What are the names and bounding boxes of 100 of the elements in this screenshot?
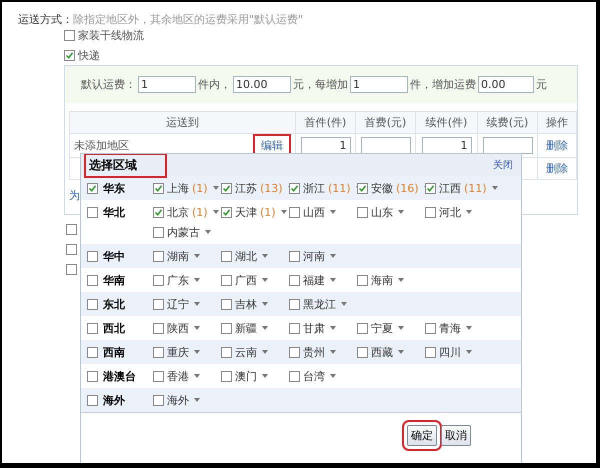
caret-icon[interactable]: [262, 374, 268, 378]
checkbox[interactable]: [87, 206, 98, 218]
input-field[interactable]: 10.00: [233, 76, 291, 93]
checkbox[interactable]: [357, 206, 368, 218]
checkbox[interactable]: [87, 322, 98, 334]
checkbox[interactable]: [64, 30, 75, 41]
checkbox[interactable]: [289, 206, 300, 218]
input-field[interactable]: [360, 137, 410, 154]
caret-icon[interactable]: [330, 374, 336, 378]
checkbox[interactable]: [289, 274, 300, 286]
region-name: 华中: [103, 248, 125, 264]
caret-icon[interactable]: [466, 210, 472, 214]
column-header: 首费(元): [356, 112, 416, 134]
province-name: 青海: [439, 320, 461, 336]
column-header: 续费(元): [478, 112, 538, 134]
province-count: (16): [396, 182, 419, 194]
checkbox[interactable]: [289, 182, 300, 194]
checkbox[interactable]: [153, 346, 164, 358]
fee-text: 元: [536, 77, 547, 92]
checkbox[interactable]: [221, 182, 232, 194]
checkbox[interactable]: [357, 182, 368, 194]
checkbox[interactable]: [221, 274, 232, 286]
input-field[interactable]: 1: [350, 76, 408, 93]
checkbox[interactable]: [221, 298, 232, 310]
checkbox[interactable]: [87, 346, 98, 358]
checkbox[interactable]: [153, 182, 164, 194]
checkbox[interactable]: [425, 182, 436, 194]
caret-icon[interactable]: [262, 278, 268, 282]
checkbox[interactable]: [66, 224, 77, 235]
caret-icon[interactable]: [466, 350, 472, 354]
checkbox[interactable]: [221, 346, 232, 358]
caret-icon[interactable]: [466, 326, 472, 330]
input-field[interactable]: 0.00: [478, 76, 534, 93]
caret-icon[interactable]: [262, 326, 268, 330]
caret-icon[interactable]: [262, 350, 268, 354]
caret-icon[interactable]: [194, 374, 200, 378]
checkbox[interactable]: [289, 346, 300, 358]
checkbox[interactable]: [87, 370, 98, 382]
checkbox[interactable]: [425, 322, 436, 334]
checkbox[interactable]: [357, 274, 368, 286]
caret-icon[interactable]: [398, 278, 404, 282]
caret-icon[interactable]: [330, 350, 336, 354]
checkbox[interactable]: [87, 274, 98, 286]
input-field[interactable]: 1: [300, 137, 350, 154]
checkbox[interactable]: [357, 346, 368, 358]
checkbox[interactable]: [289, 370, 300, 382]
caret-icon[interactable]: [194, 350, 200, 354]
checkbox[interactable]: [221, 206, 232, 218]
caret-icon[interactable]: [330, 278, 336, 282]
column-header: 续件(件): [416, 112, 478, 134]
checkbox[interactable]: [221, 250, 232, 262]
checkbox[interactable]: [153, 250, 164, 262]
province-name: 陕西: [167, 320, 189, 336]
checkbox[interactable]: [153, 322, 164, 334]
province-name: 海南: [371, 272, 393, 288]
caret-icon[interactable]: [194, 302, 200, 306]
checkbox[interactable]: [153, 394, 164, 406]
checkbox[interactable]: [153, 206, 164, 218]
caret-icon[interactable]: [194, 398, 200, 402]
checkbox[interactable]: [221, 322, 232, 334]
caret-icon[interactable]: [262, 302, 268, 306]
checkbox[interactable]: [425, 346, 436, 358]
checkbox[interactable]: [87, 250, 98, 262]
checkbox[interactable]: [289, 322, 300, 334]
checkbox[interactable]: [289, 298, 300, 310]
province-name: 安徽: [371, 180, 393, 196]
checkbox[interactable]: [153, 370, 164, 382]
caret-icon[interactable]: [398, 210, 404, 214]
province-count: (1): [192, 206, 208, 218]
caret-icon[interactable]: [492, 186, 498, 190]
checkbox[interactable]: [425, 206, 436, 218]
input-field[interactable]: [482, 137, 532, 154]
caret-icon[interactable]: [398, 350, 404, 354]
caret-icon[interactable]: [205, 230, 211, 234]
column-header: 首件(件): [296, 112, 356, 134]
checkbox[interactable]: [87, 182, 98, 194]
checkbox[interactable]: [221, 370, 232, 382]
checkbox[interactable]: [87, 394, 98, 406]
caret-icon[interactable]: [194, 278, 200, 282]
caret-icon[interactable]: [262, 254, 268, 258]
add-area-link[interactable]: 为: [69, 190, 80, 202]
checkbox[interactable]: [153, 298, 164, 310]
caret-icon[interactable]: [398, 326, 404, 330]
checkbox[interactable]: [357, 322, 368, 334]
checkbox[interactable]: [289, 250, 300, 262]
input-field[interactable]: 1: [138, 76, 196, 93]
input-field[interactable]: 1: [422, 137, 472, 154]
checkbox[interactable]: [153, 226, 164, 238]
checkbox[interactable]: [66, 264, 77, 275]
caret-icon[interactable]: [194, 326, 200, 330]
checkbox[interactable]: [87, 298, 98, 310]
checkbox[interactable]: [153, 274, 164, 286]
caret-icon[interactable]: [341, 302, 347, 306]
caret-icon[interactable]: [330, 254, 336, 258]
region-name: 华北: [103, 204, 125, 220]
caret-icon[interactable]: [330, 326, 336, 330]
checkbox[interactable]: [64, 50, 75, 61]
checkbox[interactable]: [66, 244, 77, 255]
caret-icon[interactable]: [330, 210, 336, 214]
caret-icon[interactable]: [194, 254, 200, 258]
